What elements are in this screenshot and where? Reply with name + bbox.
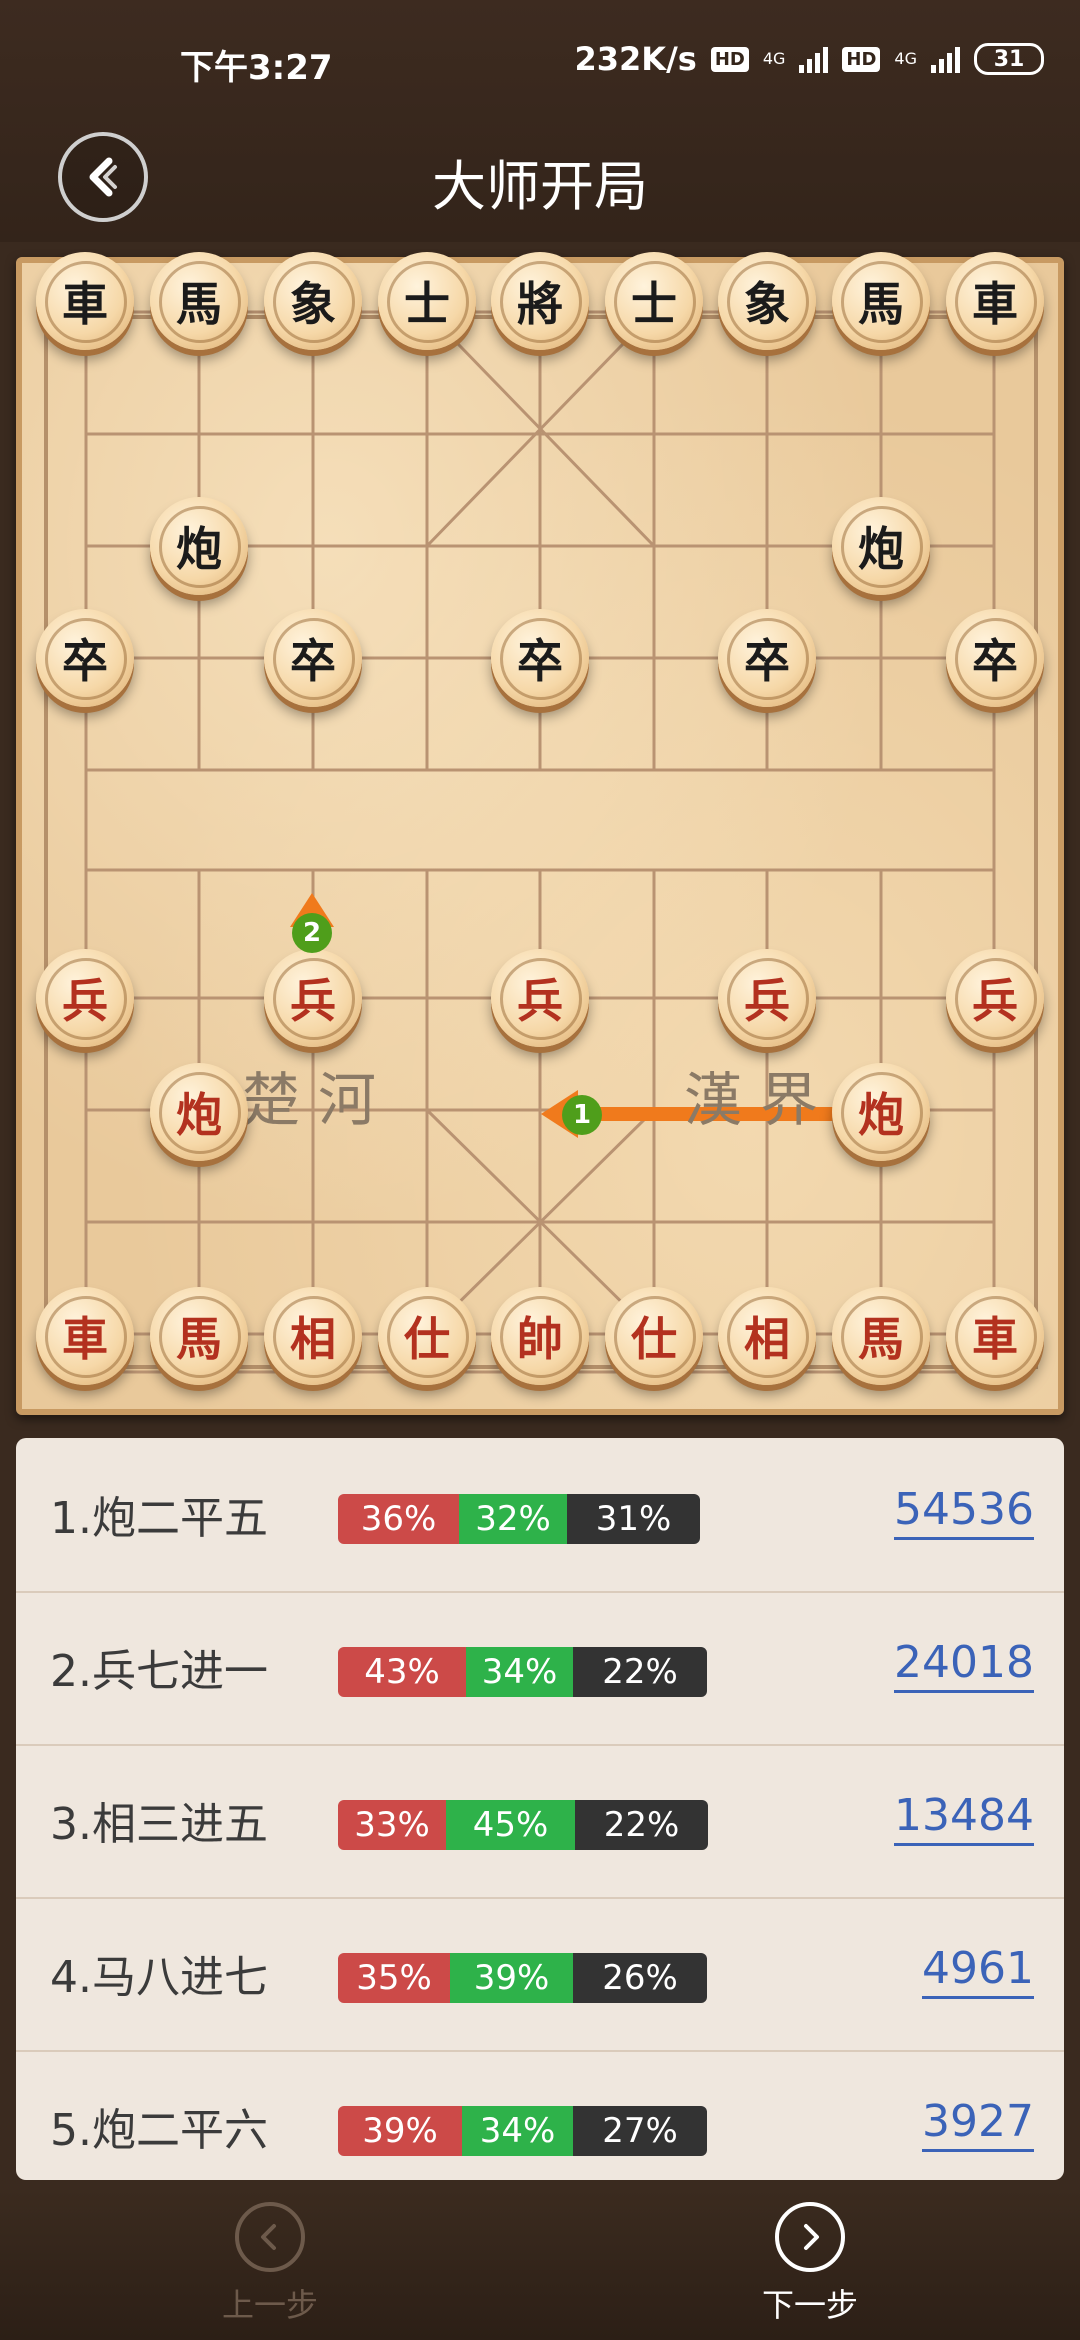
red-cannon-right[interactable]: 炮 <box>832 1063 930 1161</box>
red-elephant-left[interactable]: 相 <box>264 1287 362 1385</box>
red-soldier-1[interactable]: 兵 <box>36 949 134 1047</box>
river-right-text: 漢界 <box>684 1066 837 1134</box>
opening-move: 5.炮二平六 <box>50 2105 268 2156</box>
red-elephant-right[interactable]: 相 <box>718 1287 816 1385</box>
black-horse-left[interactable]: 馬 <box>150 252 248 350</box>
network-type-2: 4G <box>894 49 917 68</box>
black-win-rate: 22% <box>575 1800 708 1850</box>
chevron-left-icon <box>235 2202 305 2272</box>
battery-icon: 31 <box>974 43 1044 75</box>
signal-icon-2 <box>931 45 960 73</box>
opening-row[interactable]: 4.马八进七 35% 39% 26% 4961 <box>16 1897 1064 2052</box>
move-badge-2: 2 <box>292 913 332 953</box>
red-general[interactable]: 帥 <box>491 1287 589 1385</box>
page-title: 大师开局 <box>432 155 648 218</box>
river-left-text: 楚河 <box>242 1066 395 1134</box>
black-elephant-right[interactable]: 象 <box>718 252 816 350</box>
red-soldier-4[interactable]: 兵 <box>718 949 816 1047</box>
draw-rate: 32% <box>459 1494 567 1544</box>
bottom-navigation: 上一步 下一步 <box>0 2190 1080 2340</box>
red-soldier-2[interactable]: 兵 <box>264 949 362 1047</box>
opening-row[interactable]: 1.炮二平五 36% 32% 31% 54536 <box>16 1438 1064 1593</box>
red-horse-left[interactable]: 馬 <box>150 1287 248 1385</box>
draw-rate: 39% <box>450 1953 573 2003</box>
network-speed: 232K/s <box>574 40 697 78</box>
red-horse-right[interactable]: 馬 <box>832 1287 930 1385</box>
previous-step-label: 上一步 <box>221 2286 318 2324</box>
result-bar: 35% 39% 26% <box>338 1953 707 2003</box>
black-elephant-left[interactable]: 象 <box>264 252 362 350</box>
result-bar: 36% 32% 31% <box>338 1494 700 1544</box>
red-cannon-left[interactable]: 炮 <box>150 1063 248 1161</box>
black-chariot-left[interactable]: 車 <box>36 252 134 350</box>
red-win-rate: 39% <box>338 2106 462 2156</box>
next-step-label: 下一步 <box>761 2286 858 2324</box>
black-cannon-right[interactable]: 炮 <box>832 497 930 595</box>
opening-move: 4.马八进七 <box>50 1952 268 2003</box>
black-soldier-3[interactable]: 卒 <box>491 609 589 707</box>
signal-icon <box>799 45 829 73</box>
result-bar: 39% 34% 27% <box>338 2106 707 2156</box>
black-horse-right[interactable]: 馬 <box>832 252 930 350</box>
black-general[interactable]: 將 <box>491 252 589 350</box>
black-win-rate: 31% <box>567 1494 700 1544</box>
result-bar: 33% 45% 22% <box>338 1800 708 1850</box>
chess-board[interactable]: 楚河 漢界 車 馬 象 士 將 士 象 馬 車 炮 炮 卒 卒 卒 卒 卒 兵 … <box>16 252 1064 1415</box>
black-advisor-left[interactable]: 士 <box>378 252 476 350</box>
red-chariot-right[interactable]: 車 <box>946 1287 1044 1385</box>
draw-rate: 34% <box>462 2106 573 2156</box>
opening-move: 1.炮二平五 <box>50 1493 268 1544</box>
game-count-link[interactable]: 4961 <box>922 1943 1034 1999</box>
black-soldier-4[interactable]: 卒 <box>718 609 816 707</box>
opening-move: 3.相三进五 <box>50 1799 268 1850</box>
network-type: 4G <box>762 49 786 68</box>
previous-step-button[interactable]: 上一步 <box>170 2202 370 2326</box>
top-header: 下午3:27 232K/s HD 4G HD 4G 31 大师开局 <box>0 0 1080 242</box>
game-count-link[interactable]: 54536 <box>894 1484 1034 1540</box>
next-step-button[interactable]: 下一步 <box>710 2202 910 2326</box>
red-soldier-5[interactable]: 兵 <box>946 949 1044 1047</box>
opening-row[interactable]: 5.炮二平六 39% 34% 27% 3927 <box>16 2050 1064 2203</box>
opening-stats-panel: 1.炮二平五 36% 32% 31% 54536 2.兵七进一 43% 34% … <box>16 1438 1064 2180</box>
status-time: 下午3:27 <box>180 48 333 88</box>
draw-rate: 34% <box>466 1647 573 1697</box>
result-bar: 43% 34% 22% <box>338 1647 707 1697</box>
hd-badge-2: HD <box>842 46 881 72</box>
black-soldier-1[interactable]: 卒 <box>36 609 134 707</box>
red-win-rate: 35% <box>338 1953 450 2003</box>
black-chariot-right[interactable]: 車 <box>946 252 1044 350</box>
game-count-link[interactable]: 24018 <box>894 1637 1034 1693</box>
red-advisor-left[interactable]: 仕 <box>378 1287 476 1385</box>
board-grid <box>44 310 1038 1374</box>
draw-rate: 45% <box>446 1800 575 1850</box>
red-win-rate: 33% <box>338 1800 446 1850</box>
black-soldier-2[interactable]: 卒 <box>264 609 362 707</box>
battery-level: 31 <box>993 46 1025 72</box>
black-win-rate: 26% <box>573 1953 707 2003</box>
red-chariot-left[interactable]: 車 <box>36 1287 134 1385</box>
black-win-rate: 22% <box>573 1647 707 1697</box>
opening-row[interactable]: 2.兵七进一 43% 34% 22% 24018 <box>16 1591 1064 1746</box>
red-soldier-3[interactable]: 兵 <box>491 949 589 1047</box>
move-badge-1: 1 <box>562 1095 602 1135</box>
status-indicators: 232K/s HD 4G HD 4G 31 <box>574 40 1044 78</box>
red-advisor-right[interactable]: 仕 <box>605 1287 703 1385</box>
chevron-right-icon <box>775 2202 845 2272</box>
black-soldier-5[interactable]: 卒 <box>946 609 1044 707</box>
red-win-rate: 36% <box>338 1494 459 1544</box>
black-cannon-left[interactable]: 炮 <box>150 497 248 595</box>
game-count-link[interactable]: 13484 <box>894 1790 1034 1846</box>
black-advisor-right[interactable]: 士 <box>605 252 703 350</box>
black-win-rate: 27% <box>573 2106 707 2156</box>
red-win-rate: 43% <box>338 1647 466 1697</box>
hd-badge: HD <box>710 46 749 72</box>
game-count-link[interactable]: 3927 <box>922 2096 1034 2152</box>
opening-row[interactable]: 3.相三进五 33% 45% 22% 13484 <box>16 1744 1064 1899</box>
opening-move: 2.兵七进一 <box>50 1646 268 1697</box>
